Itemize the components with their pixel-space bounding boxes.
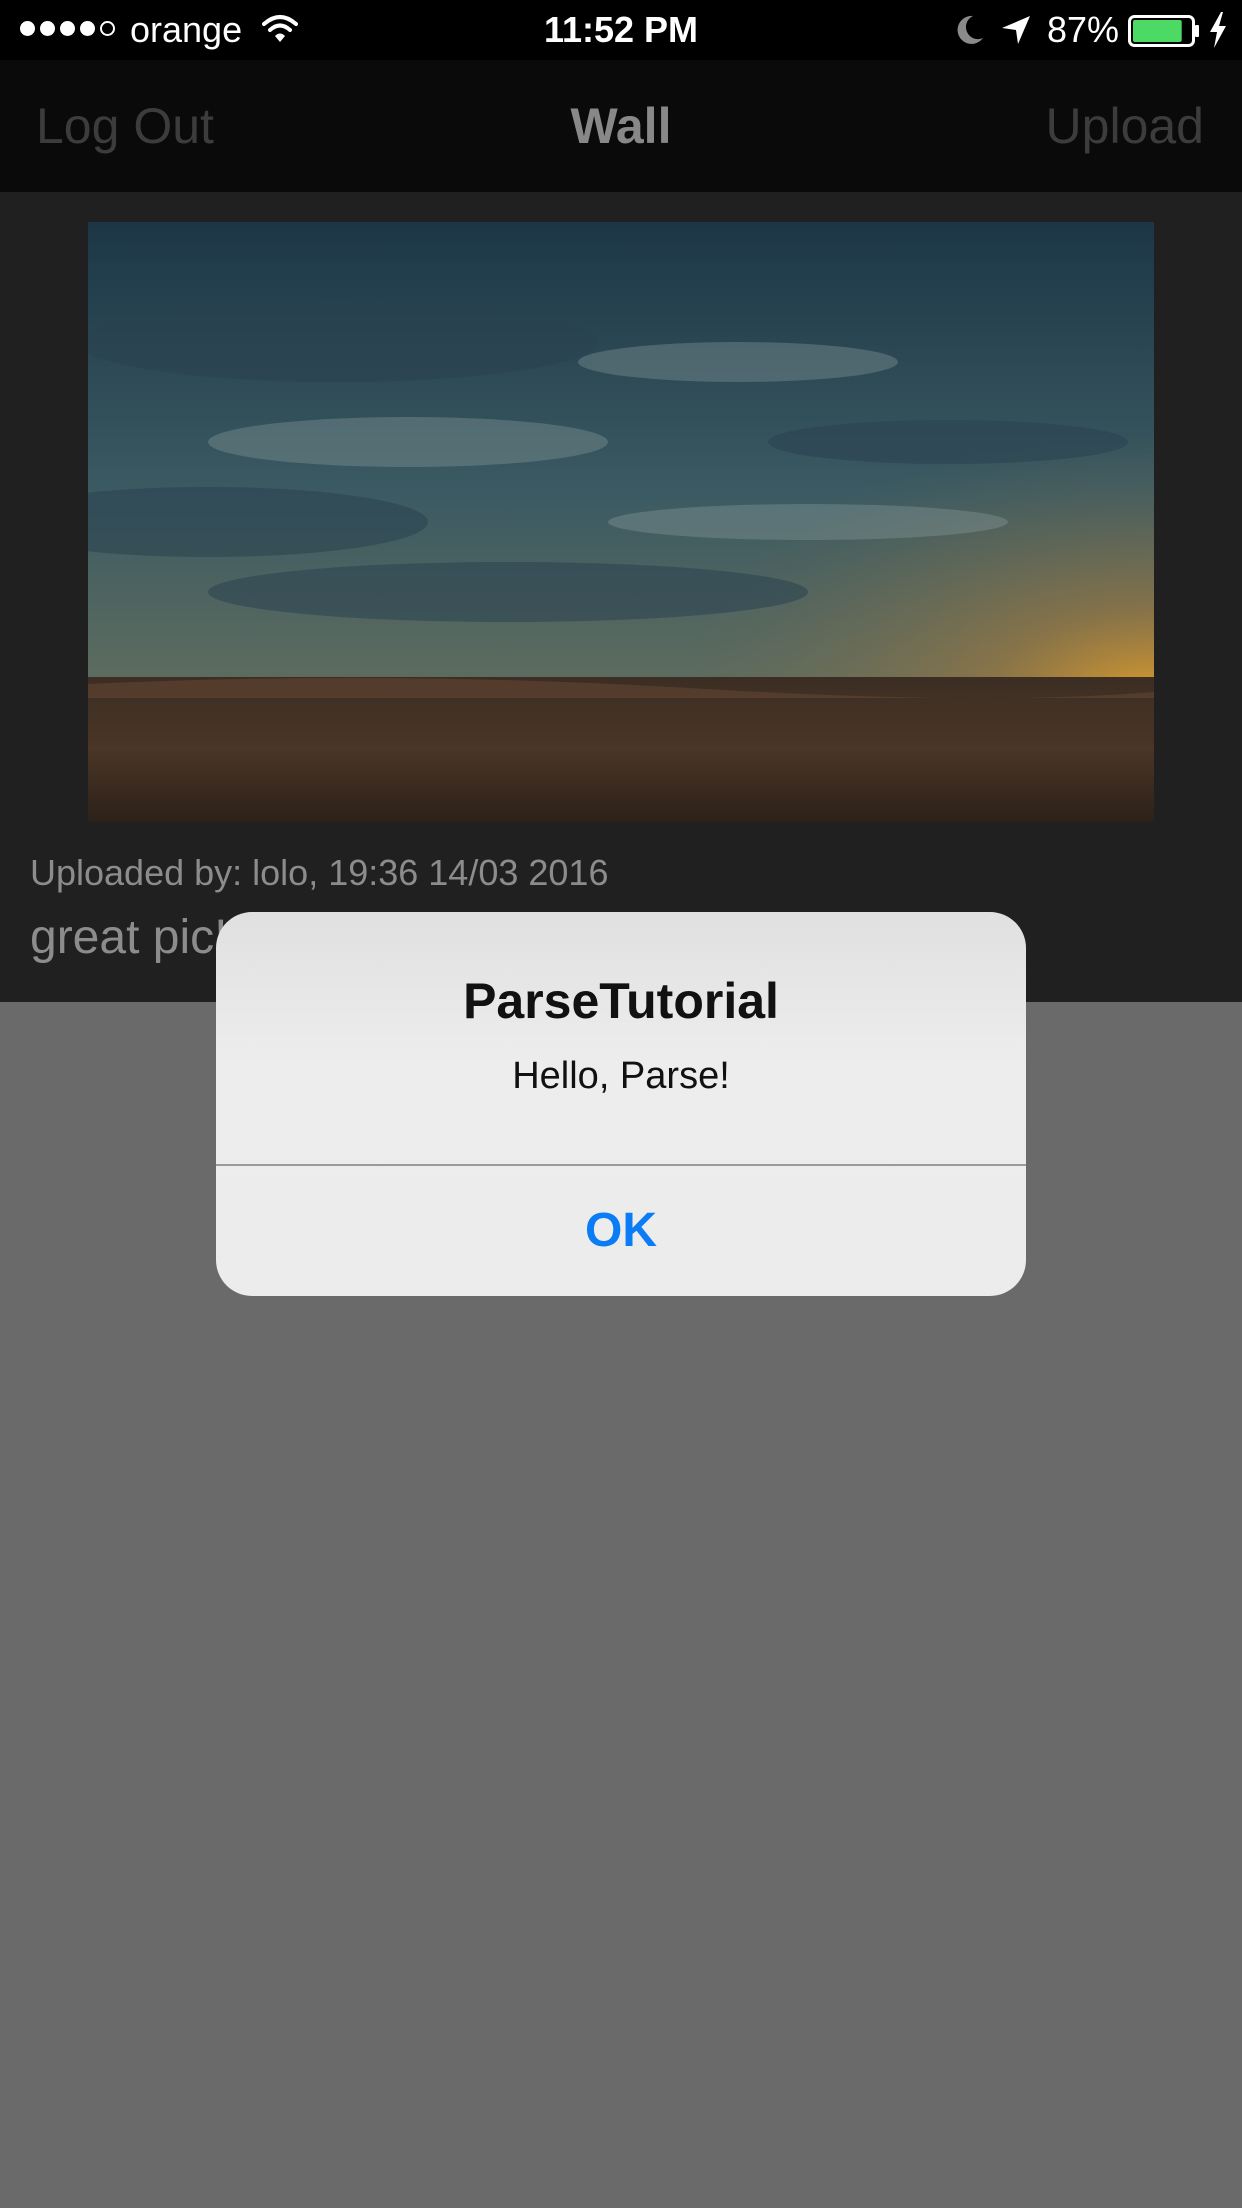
ok-button[interactable]: OK bbox=[216, 1166, 1026, 1296]
alert-title: ParseTutorial bbox=[463, 973, 779, 1029]
post-uploader-info: Uploaded by: lolo, 19:36 14/03 2016 bbox=[30, 852, 609, 893]
location-arrow-icon bbox=[1000, 14, 1032, 51]
battery-icon bbox=[1128, 15, 1200, 52]
battery-percent: 87% bbox=[1047, 9, 1120, 50]
post-caption: great pic! bbox=[30, 911, 228, 964]
wall-post-cell[interactable]: Uploaded by: lolo, 19:36 14/03 2016 grea… bbox=[0, 192, 1242, 1002]
battery-fill bbox=[1133, 20, 1182, 42]
alert-dialog: ParseTutorial Hello, Parse! OK bbox=[216, 912, 1026, 1296]
alert-message: Hello, Parse! bbox=[512, 1055, 730, 1097]
post-photo bbox=[88, 222, 1154, 822]
charging-bolt-icon bbox=[1208, 12, 1228, 53]
moon-icon bbox=[955, 14, 985, 51]
status-bar: orange 11:52 PM 87% bbox=[0, 0, 1242, 60]
upload-button[interactable]: Upload bbox=[1046, 98, 1204, 154]
navigation-bar: Log Out Wall Upload bbox=[0, 60, 1242, 192]
